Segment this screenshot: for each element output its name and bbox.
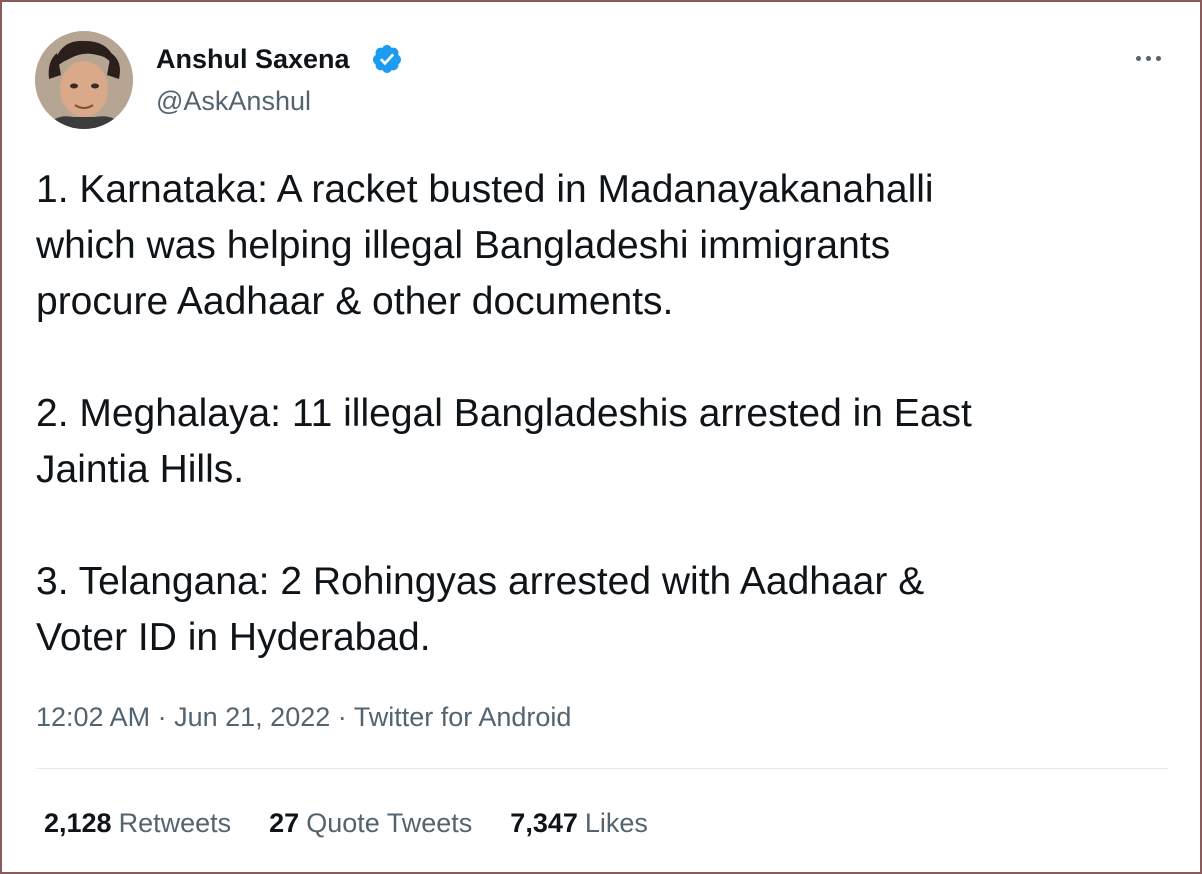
dot bbox=[1145, 55, 1151, 61]
tweet-card: Anshul Saxena @AskAnshul 1. Karnataka: A… bbox=[0, 0, 1202, 874]
tweet-line: Jaintia Hills. bbox=[36, 448, 245, 491]
tweet-time[interactable]: 12:02 AM bbox=[36, 702, 150, 732]
likes-count: 7,347 bbox=[510, 808, 578, 838]
tweet-text: 1. Karnataka: A racket busted in Madanay… bbox=[36, 162, 1166, 666]
dot bbox=[1135, 55, 1141, 61]
more-options-icon[interactable] bbox=[1128, 46, 1168, 70]
tweet-source[interactable]: Twitter for Android bbox=[354, 702, 572, 732]
avatar[interactable] bbox=[35, 31, 133, 129]
tweet-line: Voter ID in Hyderabad. bbox=[36, 616, 431, 659]
dot bbox=[1155, 55, 1161, 61]
tweet-line: 1. Karnataka: A racket busted in Madanay… bbox=[36, 168, 934, 211]
author-handle[interactable]: @AskAnshul bbox=[156, 84, 311, 118]
quote-tweets-stat[interactable]: 27 Quote Tweets bbox=[269, 805, 472, 841]
quote-tweets-count: 27 bbox=[269, 808, 300, 838]
retweets-label: Retweets bbox=[118, 808, 232, 838]
tweet-date[interactable]: Jun 21, 2022 bbox=[174, 702, 330, 732]
meta-separator: · bbox=[157, 702, 167, 732]
tweet-line: procure Aadhaar & other documents. bbox=[36, 280, 674, 323]
retweets-count: 2,128 bbox=[44, 808, 112, 838]
likes-label: Likes bbox=[584, 808, 648, 838]
meta-separator: · bbox=[337, 702, 347, 732]
author-name[interactable]: Anshul Saxena bbox=[156, 42, 350, 76]
tweet-line: which was helping illegal Bangladeshi im… bbox=[36, 224, 891, 267]
retweets-stat[interactable]: 2,128 Retweets bbox=[44, 805, 231, 841]
divider bbox=[36, 768, 1168, 769]
tweet-meta: 12:02 AM · Jun 21, 2022 · Twitter for An… bbox=[36, 700, 571, 734]
verified-badge-icon bbox=[372, 45, 401, 73]
quote-tweets-label: Quote Tweets bbox=[306, 808, 473, 838]
tweet-line: 3. Telangana: 2 Rohingyas arrested with … bbox=[36, 560, 925, 603]
avatar-image bbox=[35, 31, 133, 129]
likes-stat[interactable]: 7,347 Likes bbox=[510, 805, 648, 841]
tweet-stats: 2,128 Retweets 27 Quote Tweets 7,347 Likes bbox=[44, 805, 648, 841]
tweet-line: 2. Meghalaya: 11 illegal Bangladeshis ar… bbox=[36, 392, 972, 435]
